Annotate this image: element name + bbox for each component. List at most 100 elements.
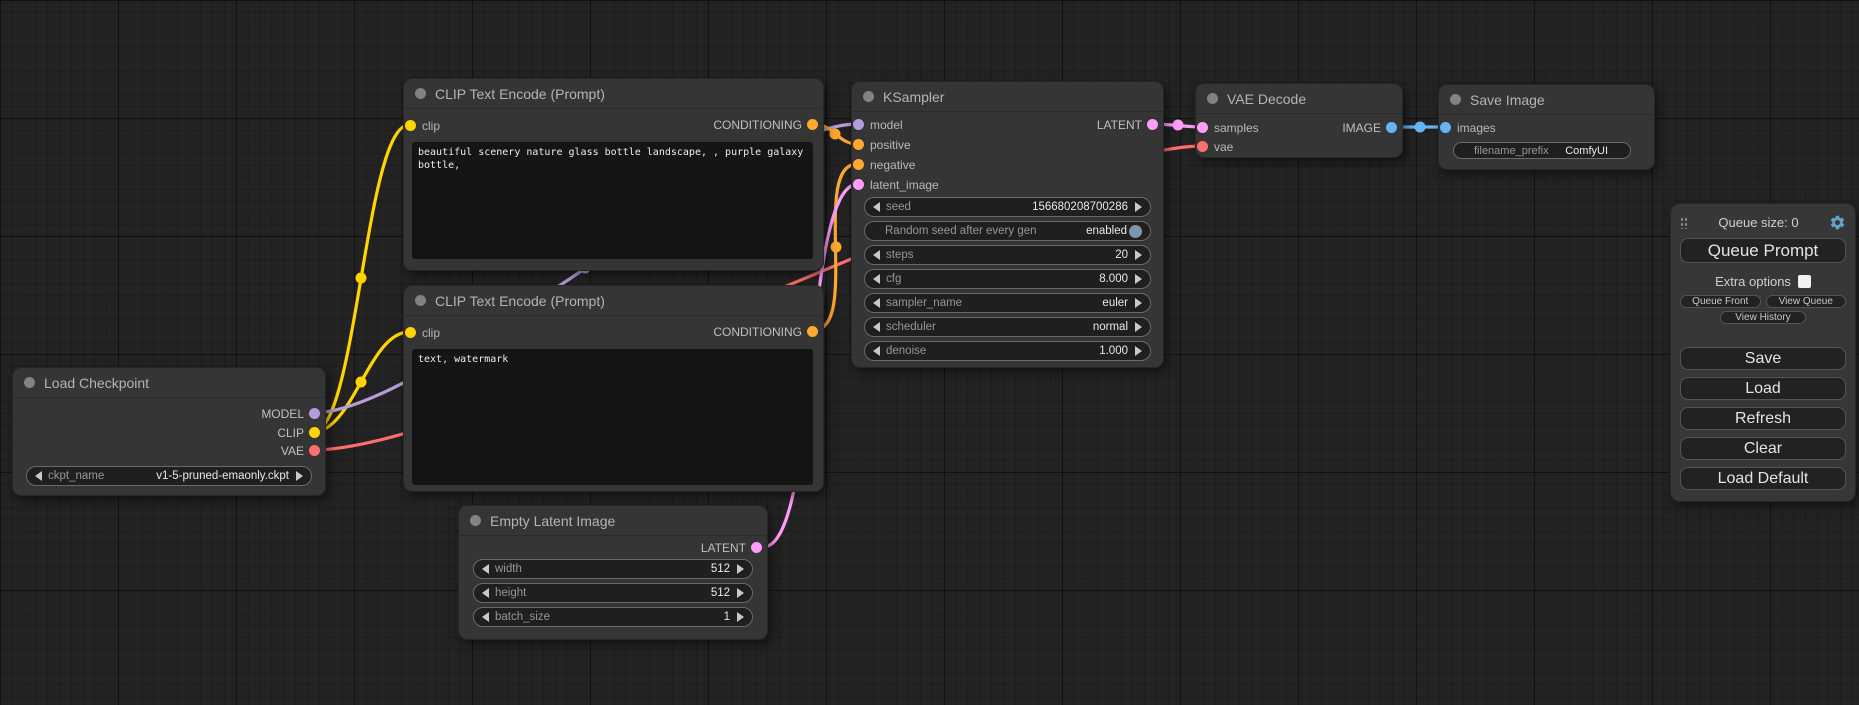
decrement-arrow-icon[interactable] bbox=[35, 471, 42, 481]
decrement-arrow-icon[interactable] bbox=[482, 588, 489, 598]
refresh-button[interactable]: Refresh bbox=[1680, 407, 1846, 430]
decrement-arrow-icon[interactable] bbox=[873, 322, 880, 332]
output-label-model: MODEL bbox=[261, 406, 304, 422]
decrement-arrow-icon[interactable] bbox=[873, 250, 880, 260]
widget-denoise[interactable]: denoise 1.000 bbox=[864, 341, 1151, 361]
node-clip-text-encode-positive[interactable]: CLIP Text Encode (Prompt) clip CONDITION… bbox=[403, 78, 824, 271]
output-port-conditioning[interactable] bbox=[807, 326, 818, 337]
node-title-bar[interactable]: Save Image bbox=[1439, 85, 1654, 115]
widget-cfg[interactable]: cfg 8.000 bbox=[864, 269, 1151, 289]
input-label-latent-image: latent_image bbox=[870, 177, 939, 193]
collapse-dot-icon[interactable] bbox=[415, 295, 426, 306]
input-port-positive[interactable] bbox=[853, 139, 864, 150]
output-port-latent[interactable] bbox=[751, 542, 762, 553]
increment-arrow-icon[interactable] bbox=[737, 612, 744, 622]
input-port-clip[interactable] bbox=[405, 327, 416, 338]
increment-arrow-icon[interactable] bbox=[737, 564, 744, 574]
input-label-images: images bbox=[1457, 120, 1496, 136]
node-vae-decode[interactable]: VAE Decode samples vae IMAGE bbox=[1195, 83, 1403, 158]
widget-filename-prefix[interactable]: filename_prefix ComfyUI bbox=[1453, 142, 1631, 159]
decrement-arrow-icon[interactable] bbox=[873, 202, 880, 212]
widget-batch-size[interactable]: batch_size 1 bbox=[473, 607, 753, 627]
widget-width[interactable]: width 512 bbox=[473, 559, 753, 579]
settings-gear-icon[interactable] bbox=[1829, 214, 1846, 231]
comfyui-canvas[interactable]: { "colors": { "model": "#b39ddb", "clip"… bbox=[0, 0, 1859, 705]
increment-arrow-icon[interactable] bbox=[1135, 346, 1142, 356]
prompt-textarea[interactable]: text, watermark bbox=[412, 349, 813, 485]
load-default-button[interactable]: Load Default bbox=[1680, 467, 1846, 490]
clear-button[interactable]: Clear bbox=[1680, 437, 1846, 460]
output-port-conditioning[interactable] bbox=[807, 119, 818, 130]
increment-arrow-icon[interactable] bbox=[737, 588, 744, 598]
collapse-dot-icon[interactable] bbox=[470, 515, 481, 526]
output-port-vae[interactable] bbox=[309, 445, 320, 456]
node-title-bar[interactable]: VAE Decode bbox=[1196, 84, 1402, 114]
node-title-bar[interactable]: KSampler bbox=[852, 82, 1163, 112]
node-empty-latent-image[interactable]: Empty Latent Image LATENT width 512 heig… bbox=[458, 505, 768, 640]
decrement-arrow-icon[interactable] bbox=[482, 564, 489, 574]
toggle-dot-icon[interactable] bbox=[1129, 225, 1142, 238]
queue-panel-header: Queue size: 0 bbox=[1680, 212, 1846, 232]
widget-ckpt-name[interactable]: ckpt_name v1-5-pruned-emaonly.ckpt bbox=[26, 466, 312, 486]
output-port-model[interactable] bbox=[309, 408, 320, 419]
widget-label: scheduler bbox=[886, 321, 936, 333]
input-port-vae[interactable] bbox=[1197, 141, 1208, 152]
link-middle-dot bbox=[830, 129, 841, 140]
widget-label: seed bbox=[886, 201, 911, 213]
collapse-dot-icon[interactable] bbox=[24, 377, 35, 388]
extra-options-checkbox[interactable] bbox=[1798, 275, 1811, 288]
node-title-bar[interactable]: Empty Latent Image bbox=[459, 506, 767, 536]
node-title-bar[interactable]: CLIP Text Encode (Prompt) bbox=[404, 286, 823, 316]
increment-arrow-icon[interactable] bbox=[1135, 322, 1142, 332]
widget-random-seed-toggle[interactable]: Random seed after every gen enabled bbox=[864, 221, 1151, 241]
drag-handle-icon[interactable] bbox=[1680, 216, 1688, 229]
input-port-negative[interactable] bbox=[853, 159, 864, 170]
increment-arrow-icon[interactable] bbox=[1135, 250, 1142, 260]
increment-arrow-icon[interactable] bbox=[1135, 298, 1142, 308]
prompt-textarea[interactable]: beautiful scenery nature glass bottle la… bbox=[412, 142, 813, 259]
node-clip-text-encode-negative[interactable]: CLIP Text Encode (Prompt) clip CONDITION… bbox=[403, 285, 824, 492]
node-ksampler[interactable]: KSampler model positive negative latent_… bbox=[851, 81, 1164, 368]
collapse-dot-icon[interactable] bbox=[1207, 93, 1218, 104]
node-title-bar[interactable]: Load Checkpoint bbox=[13, 368, 325, 398]
widget-scheduler[interactable]: scheduler normal bbox=[864, 317, 1151, 337]
view-history-button[interactable]: View History bbox=[1720, 311, 1806, 324]
decrement-arrow-icon[interactable] bbox=[873, 346, 880, 356]
load-button[interactable]: Load bbox=[1680, 377, 1846, 400]
increment-arrow-icon[interactable] bbox=[1135, 274, 1142, 284]
widget-sampler-name[interactable]: sampler_name euler bbox=[864, 293, 1151, 313]
view-queue-button[interactable]: View Queue bbox=[1766, 295, 1847, 308]
output-port-latent[interactable] bbox=[1147, 119, 1158, 130]
widget-height[interactable]: height 512 bbox=[473, 583, 753, 603]
increment-arrow-icon[interactable] bbox=[1135, 202, 1142, 212]
collapse-dot-icon[interactable] bbox=[863, 91, 874, 102]
node-save-image[interactable]: Save Image images filename_prefix ComfyU… bbox=[1438, 84, 1655, 170]
widget-label: batch_size bbox=[495, 611, 550, 623]
link-middle-dot bbox=[831, 242, 842, 253]
decrement-arrow-icon[interactable] bbox=[873, 298, 880, 308]
queue-front-button[interactable]: Queue Front bbox=[1680, 295, 1761, 308]
node-title-bar[interactable]: CLIP Text Encode (Prompt) bbox=[404, 79, 823, 109]
input-port-clip[interactable] bbox=[405, 120, 416, 131]
decrement-arrow-icon[interactable] bbox=[482, 612, 489, 622]
node-load-checkpoint[interactable]: Load Checkpoint MODEL CLIP VAE ckpt_name… bbox=[12, 367, 326, 496]
output-port-image[interactable] bbox=[1386, 122, 1397, 133]
input-port-samples[interactable] bbox=[1197, 122, 1208, 133]
widget-value: normal bbox=[1093, 321, 1128, 333]
widget-steps[interactable]: steps 20 bbox=[864, 245, 1151, 265]
queue-panel[interactable]: Queue size: 0 Queue Prompt Extra options… bbox=[1670, 203, 1856, 502]
widget-seed[interactable]: seed 156680208700286 bbox=[864, 197, 1151, 217]
queue-prompt-button[interactable]: Queue Prompt bbox=[1680, 238, 1846, 263]
collapse-dot-icon[interactable] bbox=[1450, 94, 1461, 105]
output-port-clip[interactable] bbox=[309, 427, 320, 438]
increment-arrow-icon[interactable] bbox=[296, 471, 303, 481]
node-title: Load Checkpoint bbox=[44, 375, 149, 391]
input-port-latent-image[interactable] bbox=[853, 179, 864, 190]
decrement-arrow-icon[interactable] bbox=[873, 274, 880, 284]
save-button[interactable]: Save bbox=[1680, 347, 1846, 370]
input-port-model[interactable] bbox=[853, 119, 864, 130]
input-label-vae: vae bbox=[1214, 139, 1233, 155]
collapse-dot-icon[interactable] bbox=[415, 88, 426, 99]
input-port-images[interactable] bbox=[1440, 122, 1451, 133]
widget-value: ComfyUI bbox=[1565, 145, 1608, 157]
